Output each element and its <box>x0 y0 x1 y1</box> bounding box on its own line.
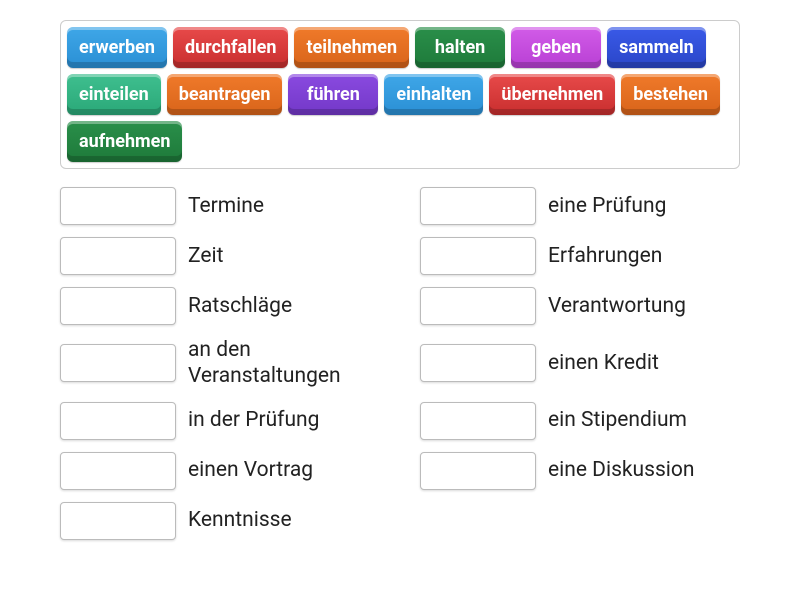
target-pair: an den Veranstaltungen <box>60 337 380 390</box>
target-label: Erfahrungen <box>548 243 662 269</box>
target-pair <box>420 502 740 540</box>
target-label: ein Stipendium <box>548 407 687 433</box>
target-label: Kenntnisse <box>188 507 292 533</box>
dropzone[interactable] <box>60 344 176 382</box>
target-label: eine Diskussion <box>548 457 695 483</box>
dropzone[interactable] <box>60 237 176 275</box>
word-tile[interactable]: führen <box>288 74 378 115</box>
target-pair: in der Prüfung <box>60 402 380 440</box>
target-label: Zeit <box>188 243 223 269</box>
target-label: an den Veranstaltungen <box>188 337 380 390</box>
target-label: Verantwortung <box>548 293 686 319</box>
target-pair: Zeit <box>60 237 380 275</box>
target-pair: einen Kredit <box>420 337 740 390</box>
answer-grid: Termine eine Prüfung Zeit Erfahrungen Ratsch… <box>60 187 740 540</box>
word-tile[interactable]: durchfallen <box>173 27 289 68</box>
word-tile[interactable]: aufnehmen <box>67 121 182 162</box>
word-bank: erwerbendurchfallenteilnehmenhaltengeben… <box>60 20 740 169</box>
dropzone[interactable] <box>420 237 536 275</box>
target-pair: ein Stipendium <box>420 402 740 440</box>
dropzone[interactable] <box>420 452 536 490</box>
dropzone[interactable] <box>60 287 176 325</box>
word-tile[interactable]: geben <box>511 27 601 68</box>
dropzone[interactable] <box>60 402 176 440</box>
target-label: eine Prüfung <box>548 193 666 219</box>
word-tile[interactable]: sammeln <box>607 27 706 68</box>
dropzone[interactable] <box>420 287 536 325</box>
word-tile[interactable]: beantragen <box>167 74 283 115</box>
target-label: Termine <box>188 193 264 219</box>
target-label: einen Kredit <box>548 350 659 376</box>
dropzone[interactable] <box>60 502 176 540</box>
target-label: in der Prüfung <box>188 407 319 433</box>
target-pair: Kenntnisse <box>60 502 380 540</box>
dropzone[interactable] <box>420 344 536 382</box>
word-tile[interactable]: erwerben <box>67 27 167 68</box>
target-pair: eine Diskussion <box>420 452 740 490</box>
dropzone[interactable] <box>420 187 536 225</box>
target-label: Ratschläge <box>188 293 292 319</box>
word-tile[interactable]: teilnehmen <box>294 27 409 68</box>
dropzone[interactable] <box>60 452 176 490</box>
target-pair: Ratschläge <box>60 287 380 325</box>
target-pair: Erfahrungen <box>420 237 740 275</box>
dropzone[interactable] <box>420 402 536 440</box>
word-tile[interactable]: halten <box>415 27 505 68</box>
word-tile[interactable]: einteilen <box>67 74 161 115</box>
word-tile[interactable]: einhalten <box>384 74 483 115</box>
target-pair: einen Vortrag <box>60 452 380 490</box>
target-pair: Verantwortung <box>420 287 740 325</box>
word-tile[interactable]: übernehmen <box>489 74 615 115</box>
dropzone[interactable] <box>60 187 176 225</box>
target-pair: Termine <box>60 187 380 225</box>
target-label: einen Vortrag <box>188 457 313 483</box>
target-pair: eine Prüfung <box>420 187 740 225</box>
word-tile[interactable]: bestehen <box>621 74 720 115</box>
